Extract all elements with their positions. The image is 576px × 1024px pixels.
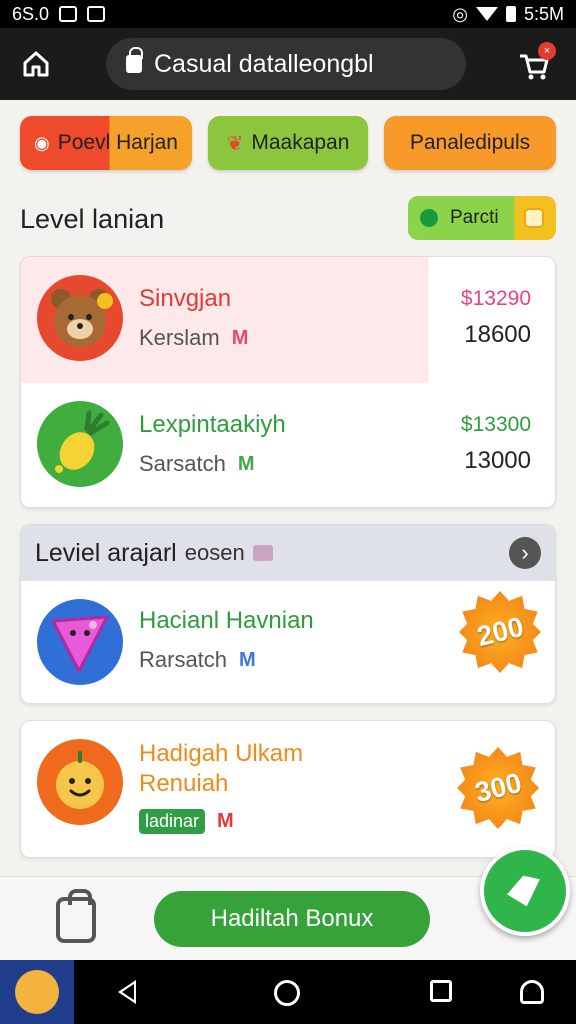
card-header-title: Leviel arajarl bbox=[35, 538, 177, 567]
item-sub-label: Kerslam bbox=[139, 325, 220, 350]
card-header[interactable]: Leviel arajarl eosen › bbox=[21, 525, 555, 581]
chip-label: Maakapan bbox=[251, 131, 350, 154]
ticket-icon bbox=[503, 871, 547, 912]
app-shortcut[interactable] bbox=[0, 960, 74, 1024]
back-icon[interactable] bbox=[118, 980, 136, 1004]
signal-icon: ◎ bbox=[452, 3, 468, 24]
system-nav-bar bbox=[0, 960, 576, 1024]
list-item[interactable]: Lexpintaakiyh Sarsatch M $13300 13000 bbox=[21, 383, 555, 507]
item-sub: Rarsatch M bbox=[139, 647, 256, 673]
chip-label: Panaledipuls bbox=[409, 131, 531, 154]
url-text: Casual datalleongbl bbox=[154, 49, 374, 78]
status-time: 5:5M bbox=[523, 3, 564, 24]
gallery-icon bbox=[59, 6, 78, 22]
item-name: Sinvgjan bbox=[139, 285, 232, 312]
status-bar: 6S.0 ◎ 5:5M bbox=[0, 0, 576, 28]
leaf-icon: ❦ bbox=[226, 132, 244, 155]
home-button[interactable] bbox=[14, 42, 58, 86]
cart-button[interactable]: × bbox=[516, 42, 556, 82]
bag-icon[interactable] bbox=[56, 889, 96, 943]
item-price: 13000 bbox=[464, 447, 531, 474]
reward-card[interactable]: Hadigah Ulkam Renuiah ladinar M 300 bbox=[20, 720, 556, 858]
smiley-avatar bbox=[37, 739, 123, 825]
item-name-line1: Hadigah Ulkam bbox=[139, 740, 304, 767]
lock-icon bbox=[126, 47, 143, 73]
list-item[interactable]: Hacianl Havnian Rarsatch M 200 bbox=[21, 581, 555, 703]
assistant-icon[interactable] bbox=[520, 980, 544, 1004]
bear-avatar bbox=[37, 275, 123, 361]
item-price-discount: $13300 bbox=[460, 413, 531, 436]
mail-icon bbox=[252, 545, 273, 561]
swirl-icon: ◉ bbox=[34, 132, 50, 153]
wifi-icon bbox=[475, 7, 498, 21]
status-left-text: 6S.0 bbox=[12, 3, 50, 24]
chevron-right-icon[interactable]: › bbox=[509, 537, 541, 569]
item-name: Hadigah Ulkam Renuiah bbox=[139, 739, 303, 799]
level-card-2: Leviel arajarl eosen › Hacianl Havnian R… bbox=[20, 524, 556, 704]
battery-icon bbox=[505, 6, 516, 22]
home-icon bbox=[23, 51, 49, 77]
card-header-sub: eosen bbox=[184, 540, 245, 565]
list-item[interactable]: Sinvgjan Kerslam M $13290 18600 bbox=[21, 257, 555, 383]
item-tag: ladinar bbox=[139, 809, 206, 834]
item-sub: ladinar M bbox=[139, 809, 234, 834]
category-chips: ◉ Poevl Harjan ❦ Maakapan Panaledipuls bbox=[20, 116, 556, 170]
browser-top-bar: Casual datalleongbl × bbox=[0, 28, 576, 100]
level-card: Sinvgjan Kerslam M $13290 18600 Lexpinta… bbox=[20, 256, 556, 508]
item-price: 18600 bbox=[464, 321, 531, 348]
url-bar[interactable]: Casual datalleongbl bbox=[106, 38, 466, 90]
item-name: Hacianl Havnian bbox=[139, 607, 314, 634]
app-logo-icon bbox=[15, 970, 59, 1014]
reward-badge[interactable]: 200 bbox=[459, 591, 541, 673]
m-icon: M bbox=[217, 810, 234, 832]
home-circle-icon[interactable] bbox=[274, 980, 300, 1006]
item-name-line2: Renuiah bbox=[139, 770, 229, 797]
reward-badge[interactable]: 300 bbox=[457, 747, 539, 829]
chip-panaledipuls[interactable]: Panaledipuls bbox=[384, 116, 556, 170]
chip-maakapan[interactable]: ❦ Maakapan bbox=[208, 116, 368, 170]
message-icon bbox=[87, 6, 106, 22]
m-icon: M bbox=[231, 326, 249, 349]
m-icon: M bbox=[239, 648, 256, 671]
heart-icon bbox=[420, 209, 438, 227]
cart-badge: × bbox=[538, 42, 556, 60]
pill-label: Parcti bbox=[450, 207, 499, 228]
chip-label: Poevl Harjan bbox=[57, 131, 178, 154]
item-sub: Sarsatch M bbox=[139, 451, 255, 477]
bonus-button[interactable]: Hadiltah Bonux bbox=[154, 891, 430, 947]
item-sub-label: Sarsatch bbox=[139, 451, 226, 476]
section-title: Level lanian bbox=[20, 204, 165, 234]
item-sub: Kerslam M bbox=[139, 325, 248, 351]
item-price-discount: $13290 bbox=[460, 287, 531, 310]
ticket-fab[interactable] bbox=[480, 846, 570, 936]
pizza-avatar bbox=[37, 599, 123, 685]
hexagon-icon bbox=[524, 208, 544, 228]
item-name: Lexpintaakiyh bbox=[139, 411, 286, 438]
item-sub-label: Rarsatch bbox=[139, 647, 228, 672]
parcti-pill[interactable]: Parcti bbox=[408, 196, 556, 240]
chip-poevl-harjan[interactable]: ◉ Poevl Harjan bbox=[20, 116, 192, 170]
recent-apps-icon[interactable] bbox=[430, 980, 452, 1002]
radish-avatar bbox=[37, 401, 123, 487]
m-icon: M bbox=[237, 452, 255, 475]
